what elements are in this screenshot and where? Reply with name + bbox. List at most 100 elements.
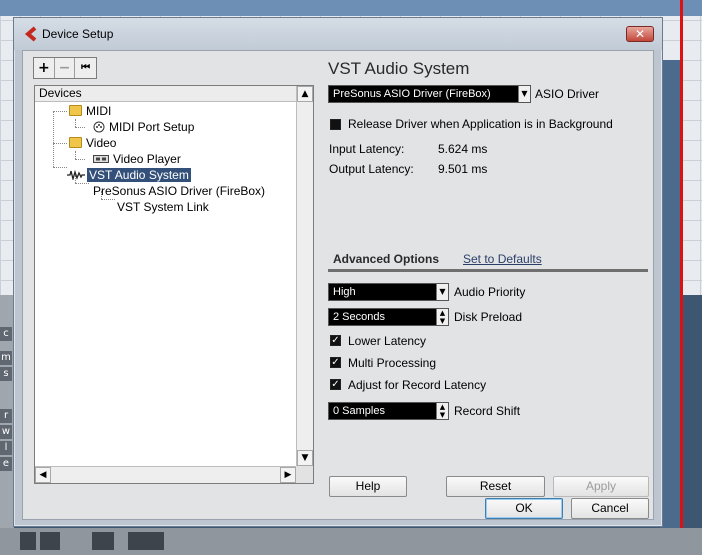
device-setup-dialog: Device Setup ✕ + − ⏮ Devices MIDI MIDI P… [13, 17, 663, 527]
title-bar[interactable]: Device Setup ✕ [14, 18, 662, 50]
checkmark-icon: ✓ [331, 335, 340, 346]
asio-driver-value: PreSonus ASIO Driver (FireBox) [333, 88, 491, 100]
reset-button[interactable]: Reset [446, 476, 545, 497]
video-player-icon [93, 155, 109, 163]
background-button-label: s [0, 367, 12, 381]
midi-port-icon [93, 121, 105, 133]
output-latency-value: 9.501 ms [438, 162, 488, 176]
remove-device-button[interactable]: − [55, 58, 76, 78]
tree-item-presonus-asio-driver[interactable]: PreSonus ASIO Driver (FireBox) [93, 183, 265, 199]
background-button-label: m [0, 351, 12, 365]
multi-processing-checkbox[interactable]: ✓ [330, 357, 341, 368]
background-transport-cell [40, 532, 60, 550]
record-shift-stepper[interactable]: 0 Samples ▲ ▼ [328, 402, 449, 420]
record-shift-label: Record Shift [454, 404, 521, 418]
adjust-record-latency-label: Adjust for Record Latency [348, 378, 487, 392]
cubase-logo-icon [24, 26, 37, 42]
cancel-button[interactable]: Cancel [571, 498, 649, 519]
scroll-right-icon[interactable]: ▶ [280, 467, 296, 483]
checkmark-icon: ✓ [331, 379, 340, 390]
ok-button[interactable]: OK [485, 498, 563, 519]
close-button[interactable]: ✕ [626, 26, 654, 42]
lower-latency-checkbox[interactable]: ✓ [330, 335, 341, 346]
tab-advanced-options[interactable]: Advanced Options [333, 252, 439, 266]
help-button[interactable]: Help [329, 476, 407, 497]
asio-driver-select[interactable]: PreSonus ASIO Driver (FireBox) ▼ [328, 85, 531, 103]
tree-connector [53, 143, 67, 144]
background-button-label: c [0, 327, 12, 341]
release-driver-label: Release Driver when Application is in Ba… [348, 117, 613, 131]
multi-processing-label: Multi Processing [348, 356, 437, 370]
tree-connector [75, 127, 85, 128]
tree-horizontal-scrollbar[interactable]: ◀ ▶ [35, 466, 297, 483]
scroll-up-icon[interactable]: ▲ [297, 86, 313, 102]
checkmark-icon: ✓ [331, 357, 340, 368]
advanced-options-tab-strip: Advanced Options Set to Defaults [328, 252, 648, 272]
tree-body: MIDI MIDI Port Setup Video Video Player [35, 103, 297, 466]
tree-item-vst-system-link[interactable]: VST System Link [117, 199, 209, 215]
tree-connector [75, 151, 76, 159]
disk-preload-stepper[interactable]: 2 Seconds ▲ ▼ [328, 308, 449, 326]
record-shift-value: 0 Samples [333, 405, 385, 417]
tree-connector [53, 111, 67, 112]
folder-icon [69, 105, 82, 116]
panel-title: VST Audio System [328, 59, 470, 78]
window-title: Device Setup [42, 27, 114, 41]
output-latency-label: Output Latency: [329, 162, 414, 176]
spin-arrows-icon[interactable]: ▲ ▼ [436, 403, 448, 419]
disk-preload-label: Disk Preload [454, 310, 523, 324]
chevron-down-icon: ▼ [436, 284, 448, 300]
vst-audio-system-panel: VST Audio System PreSonus ASIO Driver (F… [321, 51, 651, 521]
set-to-defaults-link[interactable]: Set to Defaults [463, 252, 542, 266]
tree-item-label: Video Player [113, 152, 181, 166]
release-driver-checkbox[interactable] [330, 119, 341, 130]
background-button-label: l [0, 441, 12, 455]
devices-tree: Devices MIDI MIDI Port Setup Video Video… [34, 85, 314, 484]
devices-column-header: Devices [35, 86, 297, 102]
tree-item-label: PreSonus ASIO Driver (FireBox) [93, 184, 266, 198]
device-toolbar: + − ⏮ [33, 57, 97, 79]
add-device-button[interactable]: + [34, 58, 55, 78]
tree-vertical-scrollbar[interactable]: ▲ ▼ [296, 86, 313, 466]
background-transport-cell [128, 532, 164, 550]
background-button-label: w [0, 425, 12, 439]
tree-item-label: MIDI [86, 104, 112, 118]
divider [328, 269, 648, 272]
tree-item-label: VST System Link [117, 200, 209, 214]
chevron-down-icon: ▼ [518, 86, 530, 102]
tree-connector [75, 159, 85, 160]
background-red-marker [680, 0, 683, 555]
scroll-down-icon[interactable]: ▼ [297, 450, 313, 466]
input-latency-value: 5.624 ms [438, 142, 488, 156]
tree-item-vst-audio-system[interactable]: VST Audio System [67, 167, 191, 183]
background-title-strip [0, 0, 702, 16]
background-transport-cell [20, 532, 36, 550]
tree-item-video-player[interactable]: Video Player [93, 151, 181, 167]
input-latency-label: Input Latency: [329, 142, 405, 156]
tree-connector [53, 111, 54, 167]
reset-device-button[interactable]: ⏮ [75, 58, 96, 78]
tree-connector [75, 183, 89, 184]
audio-priority-label: Audio Priority [454, 285, 526, 299]
asio-driver-label: ASIO Driver [535, 87, 600, 101]
audio-priority-select[interactable]: High ▼ [328, 283, 449, 301]
background-right-panel [660, 60, 680, 555]
folder-icon [69, 137, 82, 148]
scrollbar-corner [296, 466, 313, 483]
background-transport-cell [92, 532, 114, 550]
tree-item-midi-port-setup[interactable]: MIDI Port Setup [93, 119, 194, 135]
tree-item-midi[interactable]: MIDI [69, 103, 111, 119]
tree-item-video[interactable]: Video [69, 135, 116, 151]
background-transport-bar [0, 528, 702, 555]
tree-connector [53, 167, 67, 168]
disk-preload-value: 2 Seconds [333, 311, 385, 323]
background-button-label: r [0, 409, 12, 423]
tree-connector [101, 199, 115, 200]
audio-priority-value: High [333, 286, 356, 298]
audio-waveform-icon [67, 169, 85, 182]
scroll-left-icon[interactable]: ◀ [35, 467, 51, 483]
dialog-client-area: + − ⏮ Devices MIDI MIDI Port Setup Video… [22, 50, 654, 520]
spin-arrows-icon[interactable]: ▲ ▼ [436, 309, 448, 325]
apply-button[interactable]: Apply [553, 476, 649, 497]
adjust-record-latency-checkbox[interactable]: ✓ [330, 379, 341, 390]
